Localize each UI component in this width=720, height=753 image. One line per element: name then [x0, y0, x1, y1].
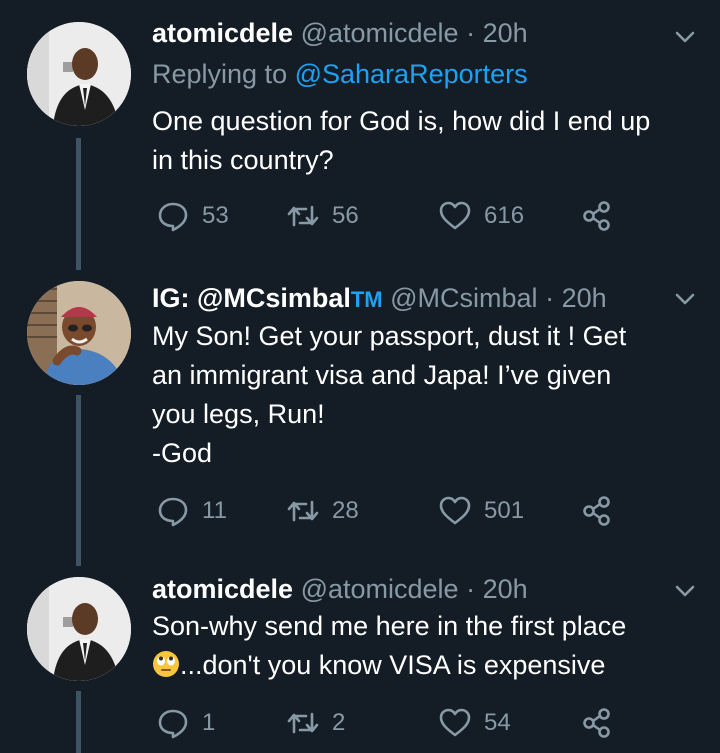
share-icon: [583, 708, 610, 738]
avatar-atomicdele[interactable]: [27, 577, 131, 681]
tweet-line-text: ...don't you know VISA is expensive: [180, 650, 606, 680]
share-icon: [583, 496, 610, 526]
share-icon: [583, 201, 610, 231]
thread-line: [76, 395, 81, 566]
author-name[interactable]: atomicdele: [152, 574, 293, 604]
tweet-text: One question for God is, how did I end u…: [152, 102, 692, 180]
tweet-line: in this country?: [152, 145, 334, 175]
tweet-2[interactable]: IG: @MCsimbalTM @MCsimbal · 20h My Son! …: [0, 270, 720, 566]
reply-count: 53: [202, 202, 229, 229]
heart-icon: [439, 201, 471, 230]
reply-count: 1: [202, 709, 216, 736]
chevron-down-icon[interactable]: [672, 286, 698, 312]
tweet-text: Son-why send me here in the first place …: [152, 607, 692, 685]
reply-icon: [158, 497, 188, 527]
tweet-line: an immigrant visa and Japa! I’ve given: [152, 360, 612, 390]
reply-button[interactable]: 11: [156, 491, 227, 531]
heart-icon: [439, 496, 471, 525]
tweet-line: you legs, Run!: [152, 399, 325, 429]
chevron-down-icon[interactable]: [672, 578, 698, 604]
like-button[interactable]: 54: [438, 703, 511, 743]
timestamp[interactable]: 20h: [483, 18, 528, 48]
retweet-count: 2: [332, 709, 346, 736]
tweet-line: Son-why send me here in the first place: [152, 611, 627, 641]
tweet-line: -God: [152, 438, 213, 468]
like-button[interactable]: 501: [438, 491, 524, 531]
thread-line: [76, 691, 81, 753]
like-count: 616: [484, 202, 525, 229]
tweet-header: atomicdele @atomicdele · 20h: [152, 18, 528, 49]
reply-icon: [158, 202, 188, 232]
tweet-1[interactable]: atomicdele @atomicdele · 20h Replying to…: [0, 0, 720, 270]
thread-line: [76, 138, 81, 270]
reply-button[interactable]: 1: [156, 703, 215, 743]
author-name-badge: TM: [350, 287, 383, 312]
reply-button[interactable]: 53: [156, 196, 229, 236]
replying-prefix: Replying to: [152, 59, 295, 89]
action-bar: 1 2 54: [152, 703, 622, 743]
tweet-text: My Son! Get your passport, dust it ! Get…: [152, 317, 692, 473]
separator: ·: [458, 574, 483, 604]
retweet-icon: [287, 712, 319, 734]
avatar-mcsimbal[interactable]: [27, 281, 131, 385]
heart-icon: [439, 708, 471, 737]
separator: ·: [458, 18, 483, 48]
retweet-button[interactable]: 56: [286, 196, 359, 236]
tweet-line-with-emoji: ...don't you know VISA is expensive: [152, 646, 692, 685]
retweet-count: 28: [332, 497, 359, 524]
avatar-atomicdele[interactable]: [27, 22, 131, 126]
like-count: 501: [484, 497, 525, 524]
author-handle[interactable]: @atomicdele: [301, 574, 459, 604]
author-handle[interactable]: @MCsimbal: [390, 283, 537, 313]
tweet-3[interactable]: atomicdele @atomicdele · 20h Son-why sen…: [0, 566, 720, 753]
retweet-count: 56: [332, 202, 359, 229]
like-count: 54: [484, 709, 511, 736]
retweet-icon: [287, 500, 319, 522]
author-name[interactable]: IG: @MCsimbal: [152, 283, 351, 313]
share-button[interactable]: [580, 703, 614, 743]
reply-count: 11: [202, 497, 227, 524]
like-button[interactable]: 616: [438, 196, 524, 236]
tweet-line: One question for God is, how did I end u…: [152, 106, 651, 136]
share-button[interactable]: [580, 491, 614, 531]
retweet-button[interactable]: 28: [286, 491, 359, 531]
tweet-header: atomicdele @atomicdele · 20h: [152, 574, 528, 605]
retweet-icon: [287, 205, 319, 227]
action-bar: 53 56 616: [152, 196, 622, 236]
share-button[interactable]: [580, 196, 614, 236]
replying-to: Replying to @SaharaReporters: [152, 59, 528, 90]
timestamp[interactable]: 20h: [562, 283, 607, 313]
reply-icon: [158, 709, 188, 739]
action-bar: 11 28 501: [152, 491, 622, 531]
replying-to-link[interactable]: @SaharaReporters: [295, 59, 528, 89]
separator: ·: [537, 283, 562, 313]
author-name[interactable]: atomicdele: [152, 18, 293, 48]
retweet-button[interactable]: 2: [286, 703, 345, 743]
face-with-rolling-eyes-emoji: [153, 651, 179, 677]
author-handle[interactable]: @atomicdele: [301, 18, 459, 48]
timestamp[interactable]: 20h: [483, 574, 528, 604]
tweet-line: My Son! Get your passport, dust it ! Get: [152, 321, 627, 351]
chevron-down-icon[interactable]: [672, 24, 698, 50]
tweet-header: IG: @MCsimbalTM @MCsimbal · 20h: [152, 283, 607, 314]
